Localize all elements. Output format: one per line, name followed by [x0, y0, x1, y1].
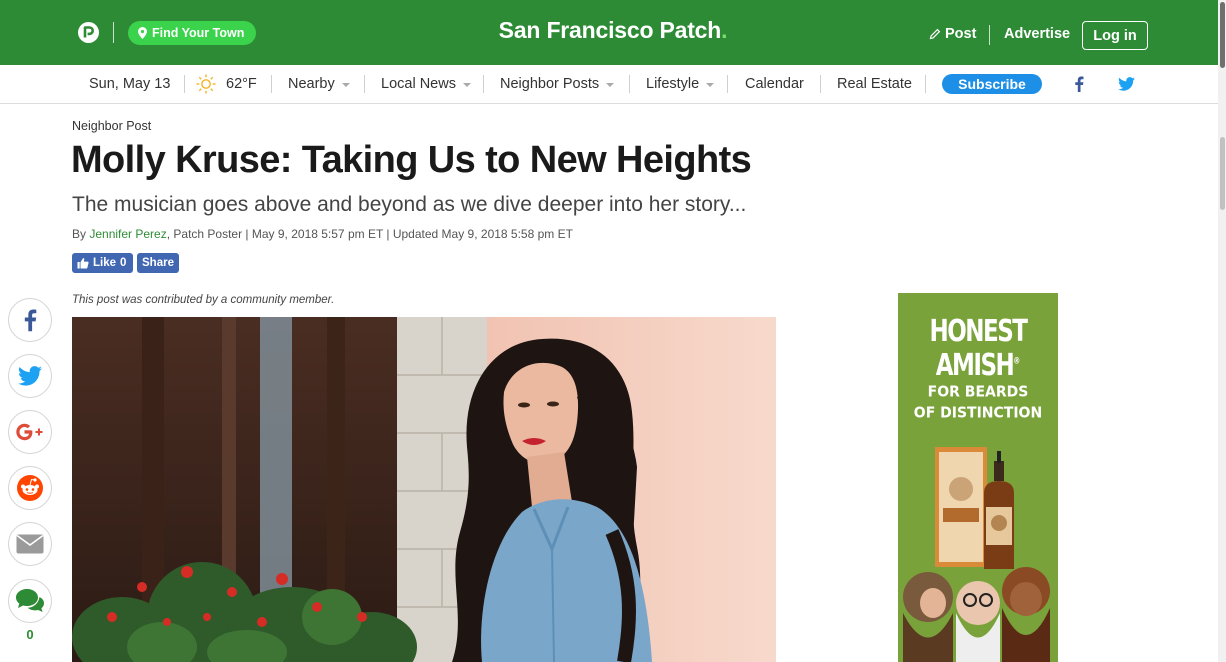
- nav-calendar[interactable]: Calendar: [745, 65, 804, 103]
- thumbs-up-icon: [77, 258, 89, 269]
- comment-count: 0: [26, 627, 34, 642]
- nav-real-estate[interactable]: Real Estate: [837, 65, 912, 103]
- share-facebook-button[interactable]: [8, 298, 52, 342]
- site-title-dot: .: [721, 17, 728, 43]
- sidebar-advertisement[interactable]: HONEST AMISH® FOR BEARDS OF DISTINCTION: [898, 293, 1058, 662]
- trademark-symbol: ®: [1013, 355, 1021, 367]
- nav-lifestyle-label: Lifestyle: [646, 76, 700, 92]
- share-twitter-button[interactable]: [8, 354, 52, 398]
- header-scrollbar-thumb[interactable]: [1220, 2, 1225, 68]
- twitter-icon[interactable]: [1118, 77, 1135, 91]
- chevron-down-icon: [606, 83, 615, 87]
- share-reddit-button[interactable]: [8, 466, 52, 510]
- window-scrollbar[interactable]: [1218, 0, 1226, 662]
- header-divider: [989, 25, 990, 45]
- advertise-link[interactable]: Advertise: [1004, 26, 1070, 42]
- nav-neighbor-posts-label: Neighbor Posts: [500, 76, 600, 92]
- reddit-icon: [17, 475, 43, 501]
- nav-divider: [184, 75, 185, 93]
- scrollbar-thumb[interactable]: [1220, 137, 1225, 210]
- chevron-down-icon: [341, 83, 350, 87]
- post-label: Post: [945, 26, 977, 42]
- nav-divider: [271, 75, 272, 93]
- comments-button[interactable]: [8, 579, 52, 623]
- byline-prefix: By: [72, 227, 90, 241]
- sun-icon: [196, 74, 216, 94]
- author-link[interactable]: Jennifer Perez: [89, 227, 166, 241]
- pencil-icon: [929, 28, 941, 40]
- login-button[interactable]: Log in: [1082, 21, 1148, 50]
- nav-divider: [820, 75, 821, 93]
- like-label: Like: [93, 257, 117, 269]
- ad-tagline-line-1: FOR BEARDS: [927, 383, 1029, 401]
- byline-meta: , Patch Poster | May 9, 2018 5:57 pm ET …: [166, 227, 573, 241]
- post-button[interactable]: Post: [929, 26, 976, 42]
- weather-widget[interactable]: 62°F: [195, 65, 257, 103]
- nav-local-news-label: Local News: [381, 76, 456, 92]
- site-header: Find Your Town San Francisco Patch. Post…: [0, 0, 1218, 65]
- ad-tagline: FOR BEARDS OF DISTINCTION: [898, 382, 1058, 424]
- nav-nearby[interactable]: Nearby: [288, 65, 350, 103]
- share-email-button[interactable]: [8, 522, 52, 566]
- nav-nearby-label: Nearby: [288, 76, 335, 92]
- facebook-icon[interactable]: [1074, 76, 1084, 92]
- ad-brand-text: HONEST AMISH: [929, 315, 1028, 383]
- nav-lifestyle[interactable]: Lifestyle: [646, 65, 715, 103]
- community-contribution-note: This post was contributed by a community…: [72, 294, 335, 306]
- facebook-like-button[interactable]: Like 0: [72, 253, 133, 273]
- ad-tagline-line-2: OF DISTINCTION: [913, 404, 1043, 422]
- article-headline: Molly Kruse: Taking Us to New Heights: [71, 139, 752, 181]
- chevron-down-icon: [462, 83, 471, 87]
- site-title-text: San Francisco Patch: [498, 17, 722, 43]
- nav-neighbor-posts[interactable]: Neighbor Posts: [500, 65, 615, 103]
- facebook-share-button[interactable]: Share: [137, 253, 179, 273]
- article-hero-image[interactable]: [72, 317, 776, 662]
- share-google-plus-button[interactable]: [8, 410, 52, 454]
- nav-divider: [483, 75, 484, 93]
- like-count: 0: [120, 257, 127, 269]
- nav-divider: [925, 75, 926, 93]
- subscribe-button[interactable]: Subscribe: [942, 74, 1042, 94]
- nav-local-news[interactable]: Local News: [381, 65, 471, 103]
- nav-divider: [727, 75, 728, 93]
- temperature-label: 62°F: [226, 76, 257, 92]
- facebook-icon: [24, 309, 37, 332]
- article-subheadline: The musician goes above and beyond as we…: [72, 193, 747, 216]
- twitter-icon: [18, 366, 42, 386]
- comment-icon: [16, 589, 44, 612]
- google-plus-icon: [16, 423, 43, 441]
- article-byline: By Jennifer Perez, Patch Poster | May 9,…: [72, 227, 573, 241]
- nav-divider: [629, 75, 630, 93]
- ad-brand-name: HONEST AMISH®: [898, 315, 1058, 383]
- nav-divider: [364, 75, 365, 93]
- secondary-nav: Sun, May 13 62°F Nearby Local News Neigh…: [0, 65, 1218, 104]
- chevron-down-icon: [706, 83, 715, 87]
- email-icon: [16, 534, 44, 554]
- current-date: Sun, May 13: [89, 76, 171, 92]
- ad-product-illustration: [903, 447, 1050, 662]
- article-kicker[interactable]: Neighbor Post: [72, 119, 151, 133]
